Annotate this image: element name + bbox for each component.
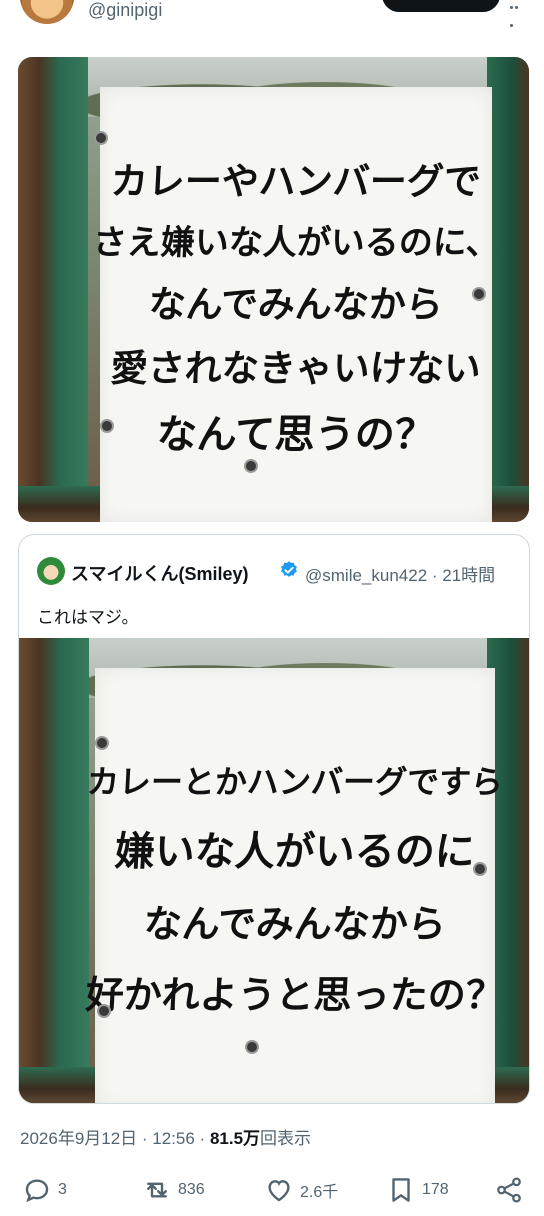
verified-badge-icon <box>281 561 297 577</box>
quoted-avatar[interactable] <box>37 557 65 585</box>
bookmark-button[interactable]: 178 <box>386 1172 449 1208</box>
author-handle[interactable]: @ginipigi <box>88 0 162 21</box>
quoted-image[interactable]: カレーとかハンバーグですら 嫌いな人がいるのに なんでみんなから 好かれようと思… <box>19 638 529 1103</box>
share-button[interactable] <box>494 1172 524 1208</box>
sign-paper: カレーとかハンバーグですら 嫌いな人がいるのに なんでみんなから 好かれようと思… <box>85 668 505 1103</box>
bookmark-count: 178 <box>422 1181 449 1198</box>
pin-icon <box>99 1006 109 1016</box>
author-avatar[interactable] <box>20 0 74 24</box>
pin-icon <box>102 421 112 431</box>
sign-line: 嫌いな人がいるのに <box>113 829 476 875</box>
reply-count: 3 <box>58 1181 67 1198</box>
share-icon <box>497 1177 521 1203</box>
follow-button[interactable] <box>382 0 500 12</box>
quoted-post[interactable]: スマイルくん(Smiley) @smile_kun422 · 21時間 これはマ… <box>18 534 530 1104</box>
sign-line: 好かれようと思ったの？ <box>84 973 505 1017</box>
post-image[interactable]: カレーやハンバーグで さえ嫌いな人がいるのに、 なんでみんなから 愛されなきゃい… <box>18 57 529 522</box>
post-meta: 2026年9月12日 · 12:56 · 81.5万回表示 <box>20 1124 311 1149</box>
quoted-name[interactable]: スマイルくん(Smiley) <box>71 560 248 586</box>
quoted-text: これはマジ。 <box>37 608 139 627</box>
retweet-icon <box>147 1182 167 1198</box>
view-count: 81.5万 <box>209 1129 261 1148</box>
sign-line: カレーやハンバーグで <box>109 159 482 203</box>
retweet-count: 836 <box>178 1181 205 1198</box>
pin-icon <box>247 1042 257 1052</box>
action-bar: 3 836 2.6千 178 <box>0 1172 544 1212</box>
bookmark-icon <box>392 1178 410 1202</box>
views-label: 回表示 <box>260 1129 312 1148</box>
pin-icon <box>97 738 107 748</box>
post-date[interactable]: 2026年9月12日 · 12:56 · <box>20 1129 210 1148</box>
sign-line: なんでみんなから <box>142 902 448 946</box>
sign-line: 愛されなきゃいけない <box>109 346 482 390</box>
pin-icon <box>475 864 485 874</box>
sign-paper: カレーやハンバーグで さえ嫌いな人がいるのに、 なんでみんなから 愛されなきゃい… <box>91 87 500 522</box>
sign-line: なんでみんなから <box>147 282 445 326</box>
quoted-handle-time[interactable]: @smile_kun422 · 21時間 <box>305 561 495 586</box>
sign-line: カレーとかハンバーグですら <box>85 763 504 801</box>
reply-button[interactable]: 3 <box>22 1172 67 1208</box>
pin-icon <box>474 289 484 299</box>
pin-icon <box>246 461 256 471</box>
heart-icon <box>268 1180 290 1202</box>
sign-line: さえ嫌いな人がいるのに、 <box>91 222 501 263</box>
retweet-button[interactable]: 836 <box>142 1172 205 1208</box>
pin-icon <box>96 133 106 143</box>
like-count: 2.6千 <box>300 1184 339 1201</box>
like-button[interactable]: 2.6千 <box>264 1172 338 1208</box>
sign-line: なんて思うの？ <box>155 411 436 458</box>
reply-icon <box>25 1179 49 1203</box>
more-options-icon[interactable] <box>510 0 524 27</box>
